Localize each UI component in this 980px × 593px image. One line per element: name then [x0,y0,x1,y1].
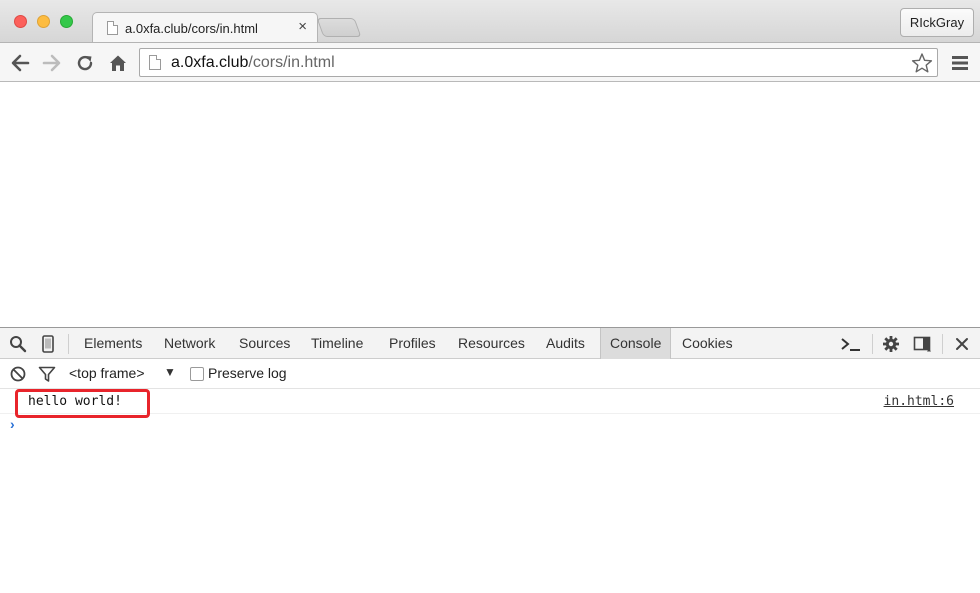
device-mode-icon[interactable] [39,335,57,353]
url-host: a.0xfa.club [171,54,249,71]
browser-toolbar: a.0xfa.club/cors/in.html [0,42,980,82]
tab-close-icon[interactable]: × [298,18,307,36]
back-arrow-icon[interactable] [10,53,30,73]
tab-console[interactable]: Console [600,328,672,359]
page-viewport [0,82,980,327]
tab-network[interactable]: Network [155,328,224,359]
tab-elements[interactable]: Elements [75,328,151,359]
reload-icon[interactable] [75,53,95,73]
toolbar-divider [872,334,873,354]
tab-sources[interactable]: Sources [230,328,299,359]
clear-console-icon[interactable] [9,365,27,383]
console-source-link[interactable]: in.html:6 [884,394,954,409]
tab-cookies[interactable]: Cookies [673,328,742,359]
new-tab-button[interactable] [316,18,362,37]
url-path: /cors/in.html [248,54,335,71]
tab-timeline[interactable]: Timeline [302,328,372,359]
browser-tab[interactable]: a.0xfa.club/cors/in.html × [92,12,318,43]
title-bar: a.0xfa.club/cors/in.html × RIckGray [0,0,980,43]
console-message-row: hello world! in.html:6 [0,389,980,418]
tab-resources[interactable]: Resources [449,328,534,359]
settings-gear-icon[interactable] [882,335,900,353]
address-bar[interactable]: a.0xfa.club/cors/in.html [139,48,938,77]
console-prompt-icon[interactable]: › [10,416,15,432]
bookmark-star-icon[interactable] [911,52,933,74]
tab-title: a.0xfa.club/cors/in.html [125,21,258,36]
tab-audits[interactable]: Audits [537,328,594,359]
close-devtools-icon[interactable] [953,335,971,353]
minimize-window-button[interactable] [37,15,50,28]
profile-button[interactable]: RIckGray [900,8,974,37]
address-url[interactable]: a.0xfa.club/cors/in.html [171,54,335,72]
page-info-icon[interactable] [149,55,161,70]
forward-arrow-icon[interactable] [42,53,62,73]
preserve-log-checkbox[interactable] [190,367,204,381]
inspect-search-icon[interactable] [9,335,27,353]
execution-context-select[interactable]: <top frame> [69,365,145,381]
console-message-text: hello world! [28,394,122,409]
toolbar-divider [942,334,943,354]
filter-funnel-icon[interactable] [38,365,56,383]
devtools-panel: Elements Network Sources Timeline Profil… [0,327,980,593]
page-icon [107,21,118,35]
preserve-log-label[interactable]: Preserve log [208,365,287,381]
tab-profiles[interactable]: Profiles [380,328,445,359]
chevron-down-icon[interactable]: ▼ [164,365,176,379]
console-drawer-icon[interactable] [840,335,862,353]
home-icon[interactable] [108,53,128,73]
zoom-window-button[interactable] [60,15,73,28]
close-window-button[interactable] [14,15,27,28]
menu-hamburger-icon[interactable] [950,53,970,73]
devtools-tabbar: Elements Network Sources Timeline Profil… [0,327,980,359]
toolbar-divider [68,334,69,354]
dock-side-icon[interactable] [913,335,931,353]
console-filter-bar: <top frame> ▼ Preserve log [0,359,980,389]
